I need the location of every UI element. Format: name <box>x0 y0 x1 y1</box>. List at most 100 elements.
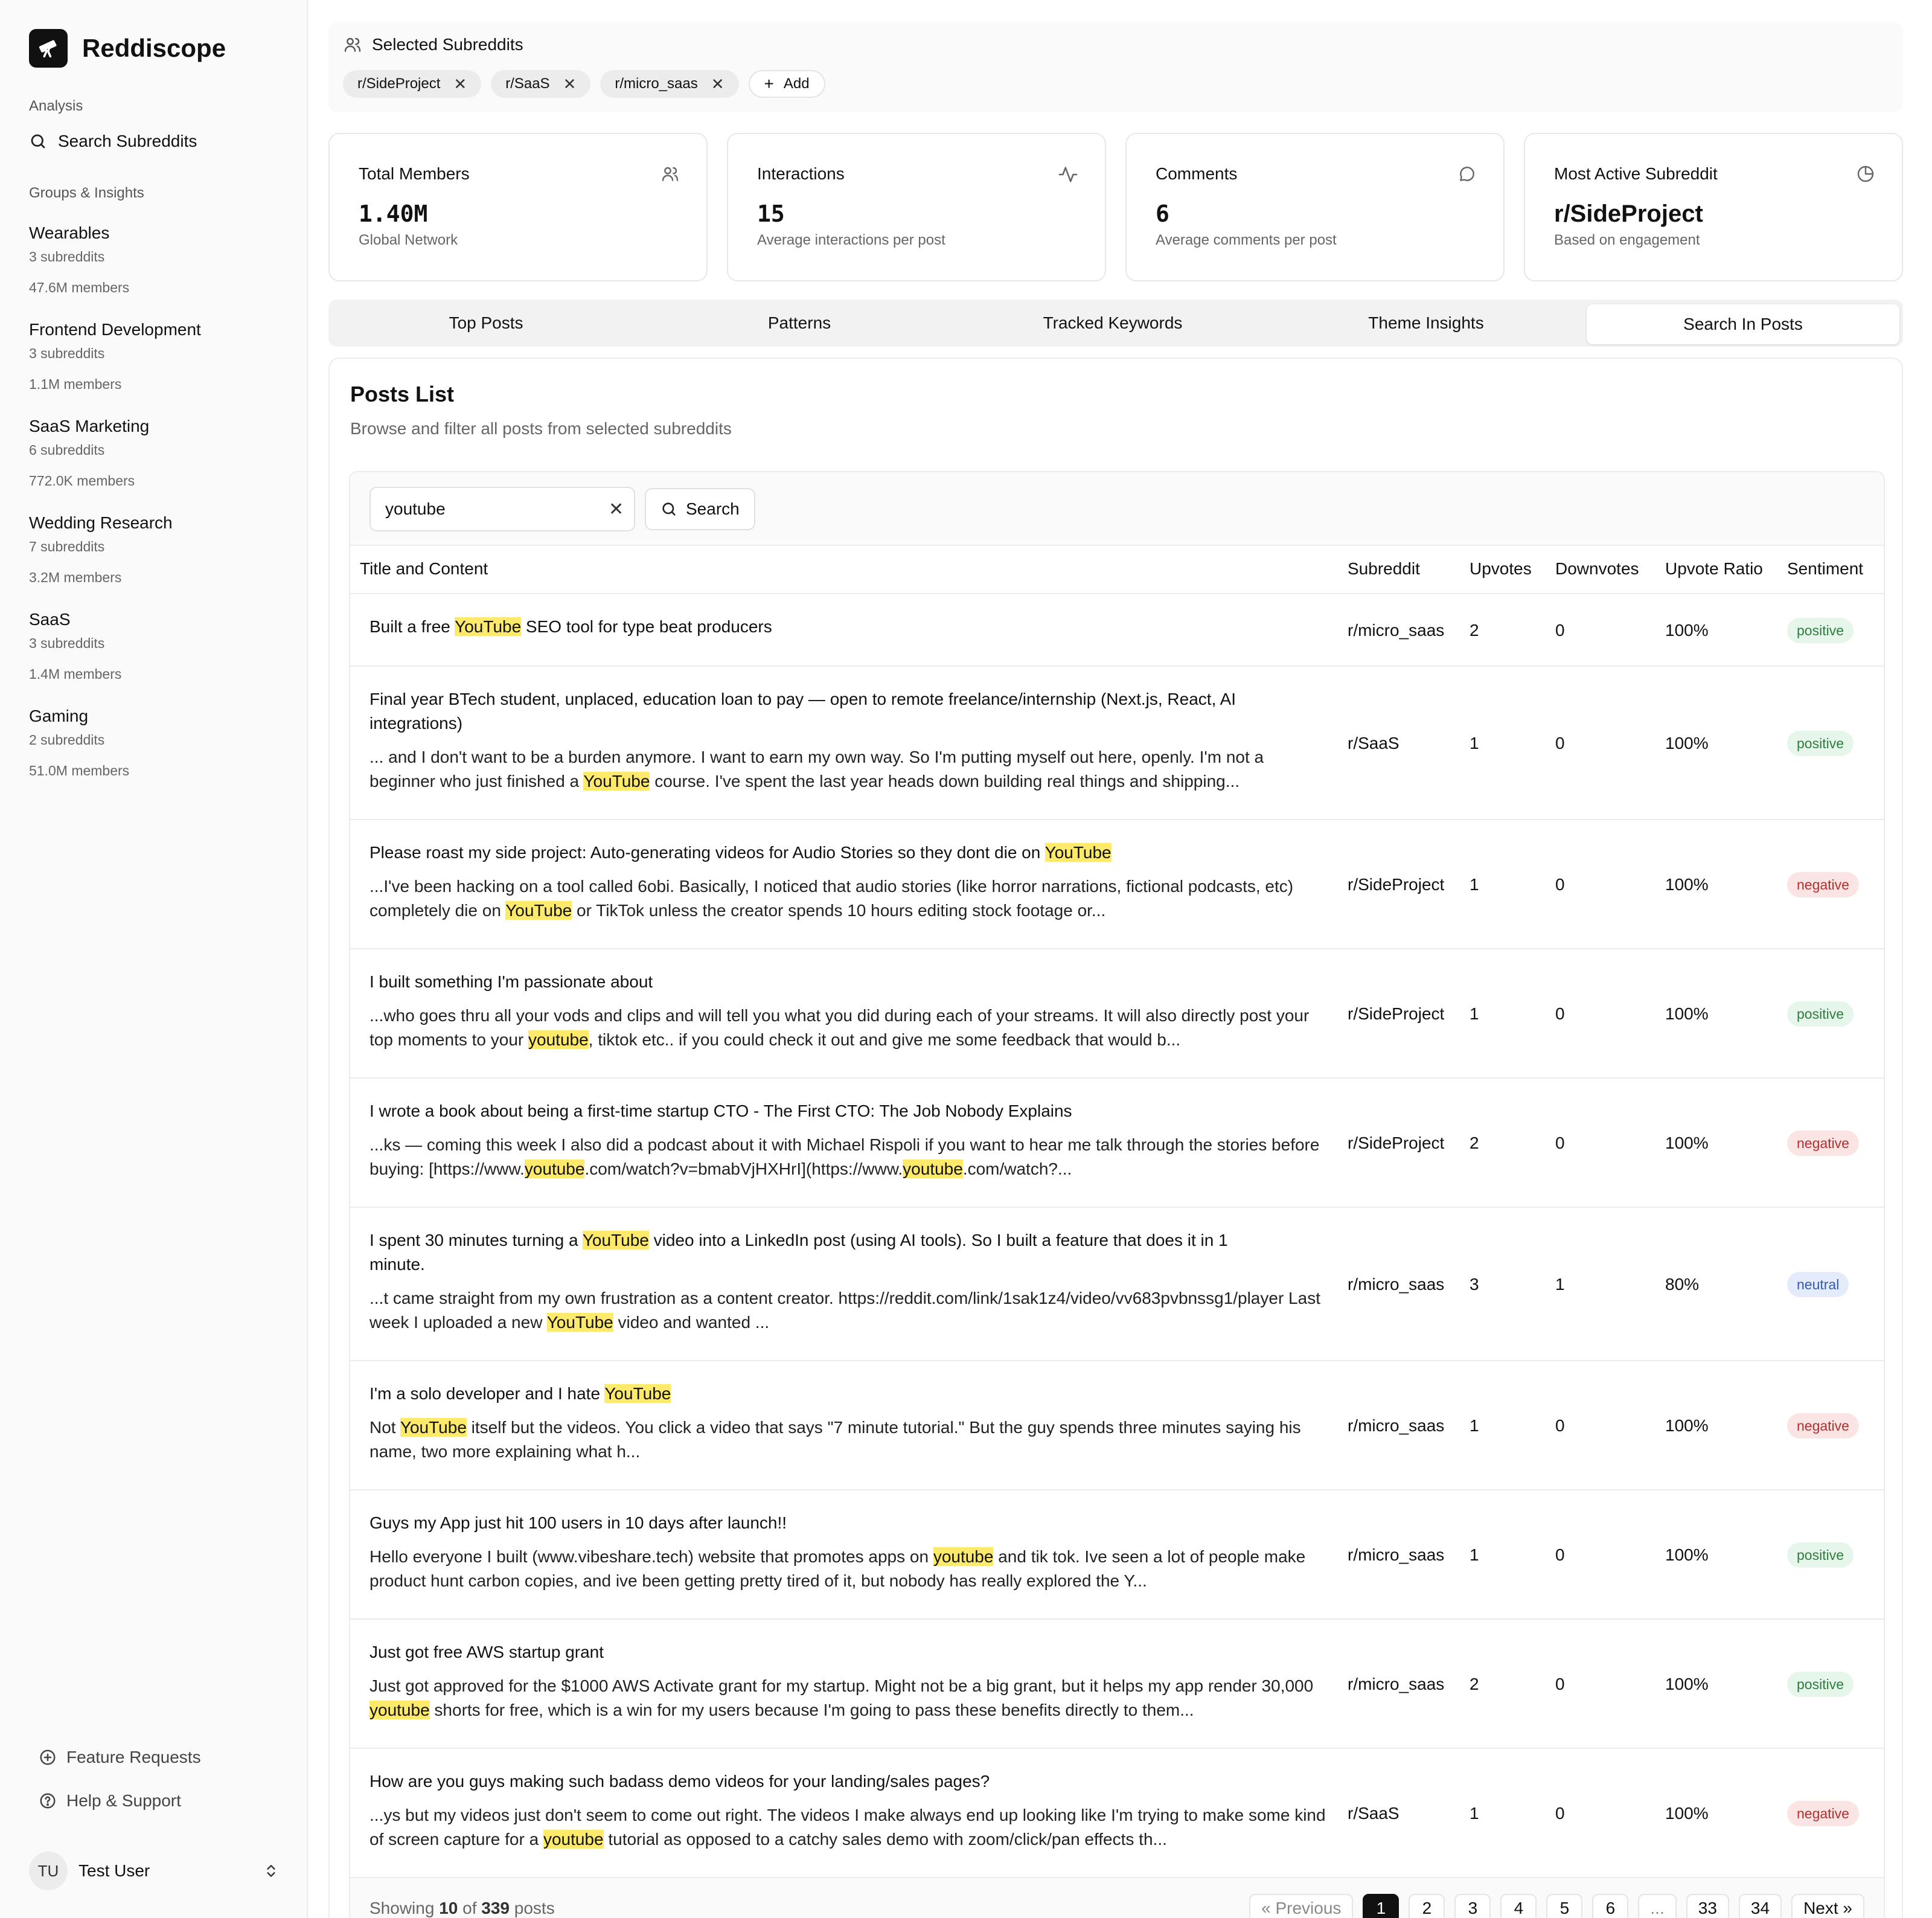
tab-top-posts[interactable]: Top Posts <box>332 303 640 343</box>
column-header[interactable]: Subreddit <box>1348 559 1420 579</box>
post-subreddit[interactable]: r/SideProject <box>1348 875 1444 894</box>
post-upvotes: 1 <box>1470 1804 1479 1823</box>
table-row[interactable]: I wrote a book about being a first-time … <box>350 1079 1884 1208</box>
tab-tracked-keywords[interactable]: Tracked Keywords <box>959 303 1267 343</box>
text-segment: Final year BTech student, unplaced, educ… <box>369 690 1236 733</box>
table-row[interactable]: Please roast my side project: Auto-gener… <box>350 820 1884 949</box>
post-title[interactable]: I built something I'm passionate about <box>369 970 1239 994</box>
tab-theme-insights[interactable]: Theme Insights <box>1272 303 1580 343</box>
users-icon <box>344 37 361 52</box>
help-support-label: Help & Support <box>66 1791 181 1810</box>
brand[interactable]: Reddiscope <box>29 29 226 68</box>
group-subreddit-count: 6 subreddits <box>29 442 105 458</box>
post-title[interactable]: I'm a solo developer and I hate YouTube <box>369 1382 1239 1406</box>
post-subreddit[interactable]: r/micro_saas <box>1348 1675 1444 1694</box>
search-button[interactable]: Search <box>645 488 755 530</box>
post-title[interactable]: I spent 30 minutes turning a YouTube vid… <box>369 1228 1239 1277</box>
table-row[interactable]: How are you guys making such badass demo… <box>350 1749 1884 1878</box>
table-row[interactable]: Guys my App just hit 100 users in 10 day… <box>350 1490 1884 1620</box>
post-title[interactable]: I wrote a book about being a first-time … <box>369 1099 1239 1123</box>
post-title[interactable]: How are you guys making such badass demo… <box>369 1769 1239 1794</box>
table-row[interactable]: I spent 30 minutes turning a YouTube vid… <box>350 1208 1884 1361</box>
column-header[interactable]: Upvote Ratio <box>1665 559 1763 579</box>
group-subreddit-count: 3 subreddits <box>29 249 105 265</box>
post-subreddit[interactable]: r/micro_saas <box>1348 1416 1444 1435</box>
group-item[interactable]: Gaming 2 subreddits 51.0M members <box>29 707 129 779</box>
post-subreddit[interactable]: r/SaaS <box>1348 734 1399 753</box>
post-title[interactable]: Built a free YouTube SEO tool for type b… <box>369 615 1239 639</box>
post-downvotes: 0 <box>1555 621 1565 640</box>
post-subreddit[interactable]: r/micro_saas <box>1348 621 1444 640</box>
remove-chip-icon[interactable]: ✕ <box>563 75 577 94</box>
group-item[interactable]: Frontend Development 3 subreddits 1.1M m… <box>29 320 201 393</box>
post-subreddit[interactable]: r/micro_saas <box>1348 1545 1444 1565</box>
tab-patterns[interactable]: Patterns <box>645 303 953 343</box>
group-item[interactable]: Wearables 3 subreddits 47.6M members <box>29 223 129 296</box>
telescope-icon <box>29 29 68 68</box>
post-title[interactable]: Final year BTech student, unplaced, educ… <box>369 687 1239 736</box>
page-button[interactable]: 34 <box>1738 1894 1782 1918</box>
column-header[interactable]: Sentiment <box>1787 559 1863 579</box>
sentiment-badge: negative <box>1787 1801 1859 1826</box>
tab-search-in-posts[interactable]: Search In Posts <box>1587 304 1899 344</box>
user-name: Test User <box>78 1861 150 1880</box>
post-title[interactable]: Please roast my side project: Auto-gener… <box>369 841 1239 865</box>
post-excerpt: ... and I don't want to be a burden anym… <box>369 745 1329 794</box>
group-item[interactable]: SaaS Marketing 6 subreddits 772.0K membe… <box>29 417 149 489</box>
column-header[interactable]: Title and Content <box>360 559 488 579</box>
post-title[interactable]: Guys my App just hit 100 users in 10 day… <box>369 1511 1239 1535</box>
text-segment: Just got approved for the $1000 AWS Acti… <box>369 1676 1314 1695</box>
search-toolbar: ✕ Search <box>350 472 1884 546</box>
add-subreddit-button[interactable]: + Add <box>748 70 825 98</box>
page-button[interactable]: 2 <box>1409 1894 1445 1918</box>
remove-chip-icon[interactable]: ✕ <box>453 75 467 94</box>
sentiment-badge: negative <box>1787 1413 1859 1438</box>
group-members: 47.6M members <box>29 280 130 295</box>
table-row[interactable]: Built a free YouTube SEO tool for type b… <box>350 594 1884 667</box>
previous-page-button[interactable]: « Previous <box>1249 1894 1354 1918</box>
post-subreddit[interactable]: r/SaaS <box>1348 1804 1399 1823</box>
user-menu[interactable]: TU Test User <box>29 1852 279 1890</box>
activity-icon <box>1058 167 1078 182</box>
table-row[interactable]: Just got free AWS startup grant Just got … <box>350 1620 1884 1749</box>
posts-search-input[interactable] <box>369 487 635 531</box>
table-row[interactable]: I built something I'm passionate about..… <box>350 949 1884 1079</box>
page-button[interactable]: 33 <box>1686 1894 1729 1918</box>
table-row[interactable]: I'm a solo developer and I hate YouTube N… <box>350 1361 1884 1490</box>
feature-requests-link[interactable]: Feature Requests <box>39 1748 201 1767</box>
group-item[interactable]: SaaS 3 subreddits 1.4M members <box>29 610 121 682</box>
posts-table: ✕ Search Title and Content Subreddit Upv… <box>349 471 1885 1918</box>
subreddit-chip: r/SideProject ✕ <box>343 70 482 98</box>
group-members: 1.4M members <box>29 666 122 682</box>
next-page-button[interactable]: Next » <box>1791 1894 1864 1918</box>
post-subreddit[interactable]: r/SideProject <box>1348 1004 1444 1024</box>
subreddit-chip: r/SaaS ✕ <box>491 70 591 98</box>
post-title[interactable]: Just got free AWS startup grant <box>369 1640 1239 1664</box>
pie-chart-icon <box>1857 165 1874 182</box>
post-upvote-ratio: 100% <box>1665 621 1709 640</box>
page-button[interactable]: 4 <box>1500 1894 1537 1918</box>
page-button[interactable]: 6 <box>1592 1894 1629 1918</box>
page-button[interactable]: 5 <box>1546 1894 1583 1918</box>
stat-label: Interactions <box>757 164 845 183</box>
post-subreddit[interactable]: r/micro_saas <box>1348 1275 1444 1294</box>
search-highlight: youtube <box>543 1830 604 1849</box>
sentiment-badge: positive <box>1787 731 1854 756</box>
clear-search-icon[interactable]: ✕ <box>609 499 624 520</box>
stat-label: Most Active Subreddit <box>1554 164 1718 183</box>
column-header[interactable]: Downvotes <box>1555 559 1639 579</box>
column-header[interactable]: Upvotes <box>1470 559 1532 579</box>
group-subreddit-count: 7 subreddits <box>29 539 105 554</box>
search-highlight: YouTube <box>400 1418 467 1437</box>
group-item[interactable]: Wedding Research 7 subreddits 3.2M membe… <box>29 513 173 586</box>
help-support-link[interactable]: Help & Support <box>39 1791 181 1811</box>
search-highlight: youtube <box>933 1547 994 1566</box>
page-button[interactable]: 3 <box>1454 1894 1491 1918</box>
remove-chip-icon[interactable]: ✕ <box>711 75 724 94</box>
post-subreddit[interactable]: r/SideProject <box>1348 1134 1444 1153</box>
text-segment: I wrote a book about being a first-time … <box>369 1102 1072 1120</box>
page-button[interactable]: 1 <box>1363 1894 1399 1918</box>
sentiment-badge: positive <box>1787 1001 1854 1027</box>
table-row[interactable]: Final year BTech student, unplaced, educ… <box>350 667 1884 820</box>
search-subreddits-link[interactable]: Search Subreddits <box>29 132 197 151</box>
